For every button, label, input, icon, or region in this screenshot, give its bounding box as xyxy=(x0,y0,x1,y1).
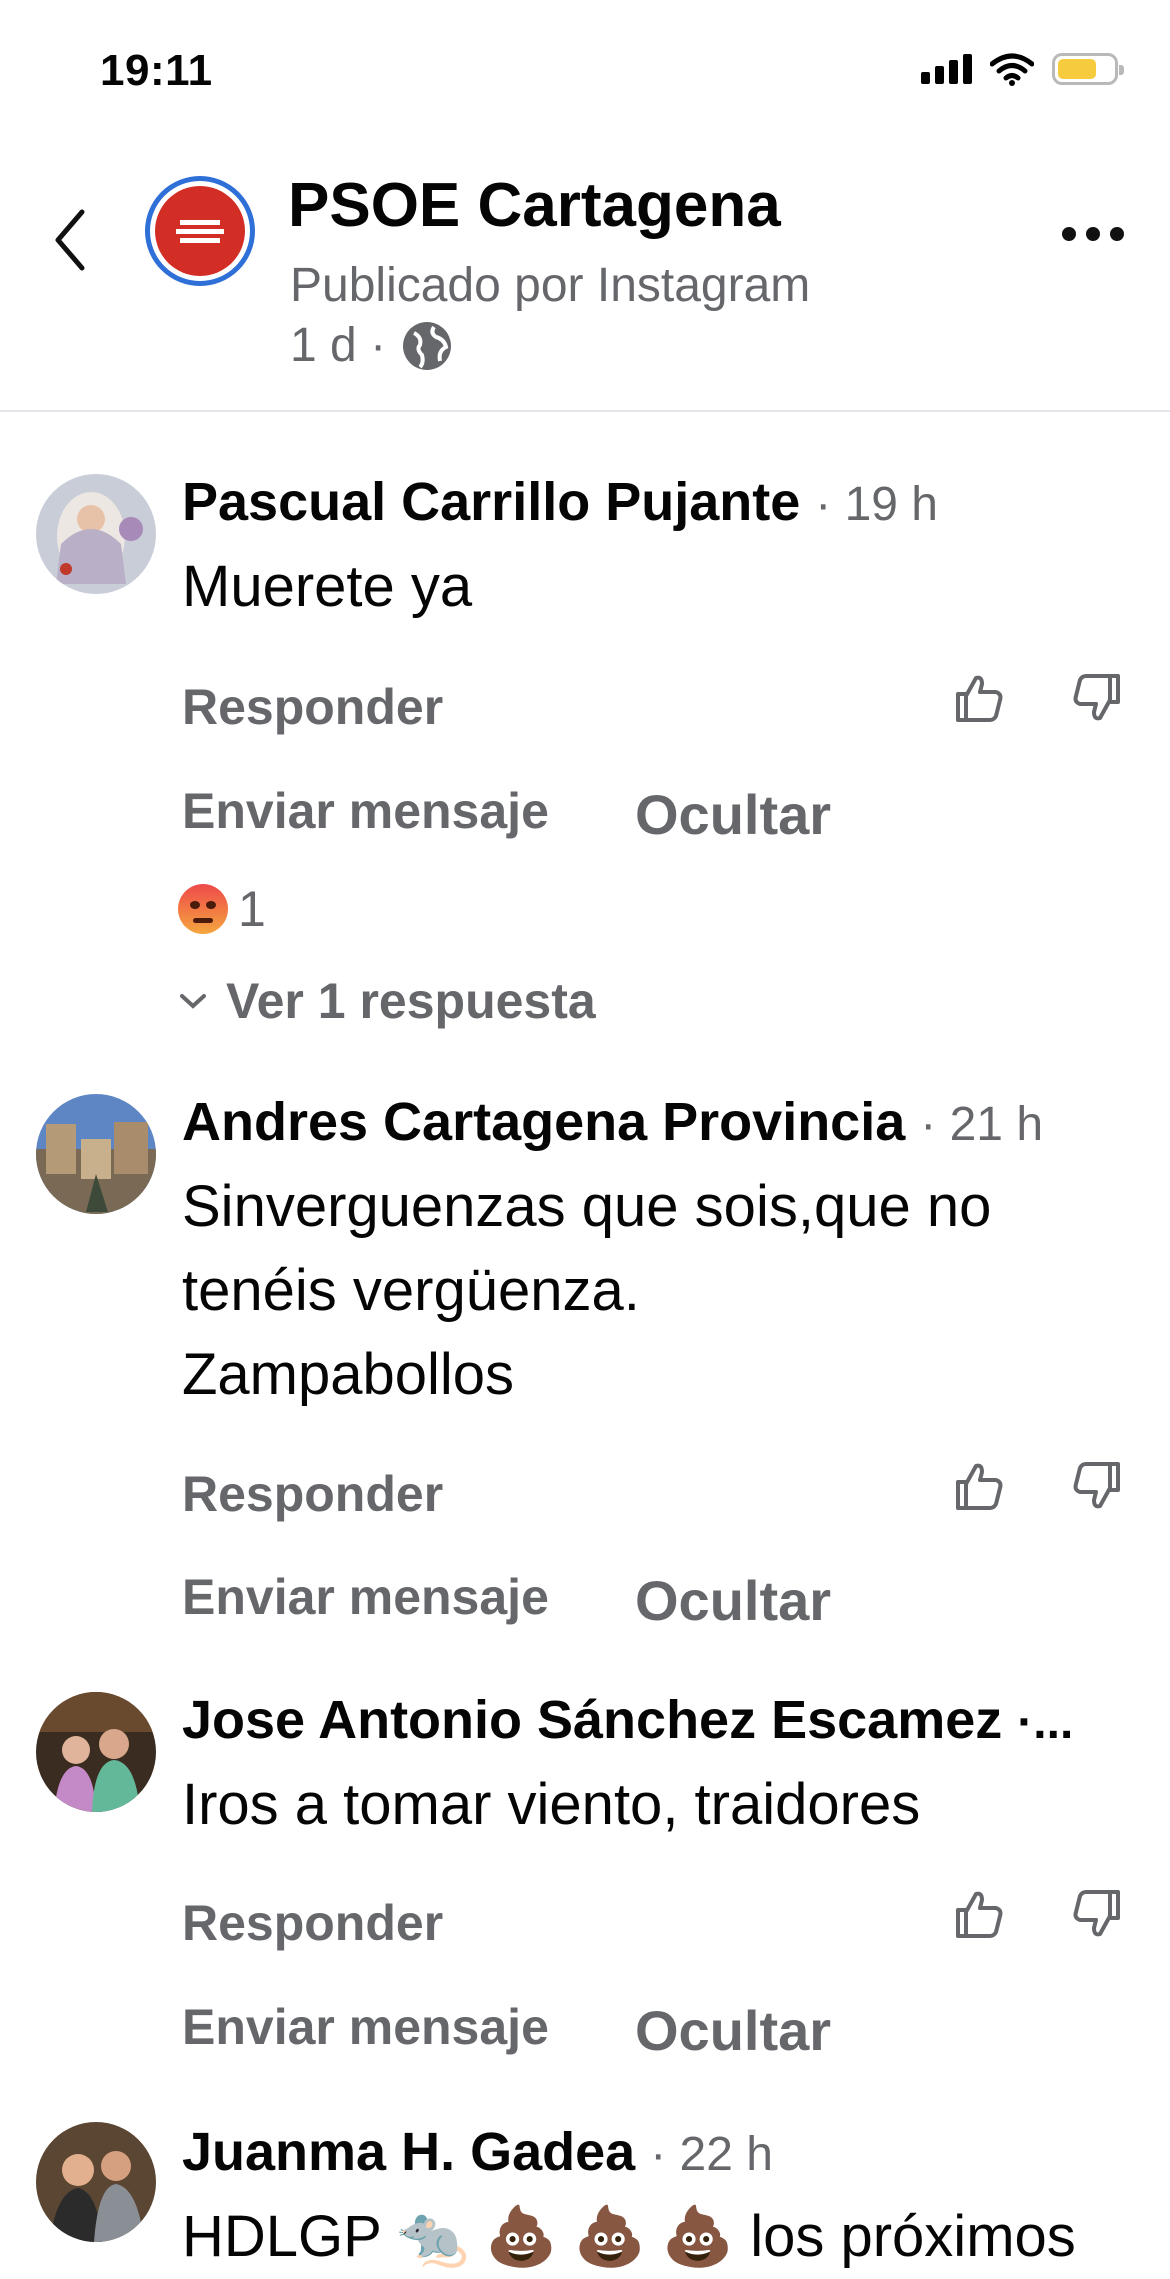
like-icon[interactable] xyxy=(950,1458,1006,1514)
like-icon[interactable] xyxy=(950,1886,1006,1942)
commenter-avatar[interactable] xyxy=(36,2122,156,2242)
comment-text: Sinverguenzas que sois,que no tenéis ver… xyxy=(182,1165,1140,1417)
reply-button[interactable]: Responder xyxy=(182,1894,443,1952)
send-message-button[interactable]: Enviar mensaje xyxy=(182,1998,549,2056)
back-chevron-icon[interactable] xyxy=(46,200,96,280)
hide-button[interactable]: Ocultar xyxy=(635,1998,831,2063)
dislike-icon[interactable] xyxy=(1070,1886,1126,1942)
commenter-avatar[interactable] xyxy=(36,1094,156,1214)
view-replies-label: Ver 1 respuesta xyxy=(226,973,596,1029)
hide-button[interactable]: Ocultar xyxy=(635,782,831,847)
reply-button[interactable]: Responder xyxy=(182,1465,443,1523)
battery-icon xyxy=(1052,53,1124,85)
reaction-count: 1 xyxy=(238,881,266,937)
comment-text: HDLGP 🐀 💩 💩 💩 los próximos xyxy=(182,2204,1076,2269)
like-icon[interactable] xyxy=(950,670,1006,726)
dislike-icon[interactable] xyxy=(1070,670,1126,726)
post-time-label: 1 d · xyxy=(290,319,387,372)
comment-time: · 22 h xyxy=(650,2128,773,2181)
wifi-icon xyxy=(990,53,1034,86)
comment-author[interactable]: Juanma H. Gadea xyxy=(182,2122,635,2182)
post-source: Publicado por Instagram xyxy=(290,259,811,312)
comment-time: · 21 h xyxy=(920,1098,1044,1151)
more-icon xyxy=(1062,227,1076,241)
comment-author[interactable]: Jose Antonio Sánchez Escamez xyxy=(182,1690,1002,1750)
send-message-button[interactable]: Enviar mensaje xyxy=(182,1568,549,1626)
post-time: 1 d · xyxy=(290,318,454,373)
comment-author[interactable]: Andres Cartagena Provincia xyxy=(182,1092,905,1152)
comment-header: Andres Cartagena Provincia · 21 h xyxy=(182,1090,1140,1157)
status-icons xyxy=(921,52,1124,86)
comment-header: Jose Antonio Sánchez Escamez ·... xyxy=(182,1688,1140,1755)
angry-reaction-icon xyxy=(178,884,228,934)
send-message-button[interactable]: Enviar mensaje xyxy=(182,782,549,840)
comment-header: Juanma H. Gadea · 22 h xyxy=(182,2120,1140,2187)
comment-text-line: Sinverguenzas que sois,que no xyxy=(182,1174,992,1239)
comment-time: · 19 h xyxy=(815,478,938,531)
comment-time: ·... xyxy=(1017,1696,1074,1749)
commenter-avatar[interactable] xyxy=(36,1692,156,1812)
chevron-down-icon xyxy=(180,994,206,1009)
hide-button[interactable]: Ocultar xyxy=(635,1568,831,1633)
commenter-avatar[interactable] xyxy=(36,474,156,594)
comment-text: Iros a tomar viento, traidores xyxy=(182,1772,921,1837)
globe-icon xyxy=(403,321,452,370)
reaction-summary[interactable]: 1 xyxy=(178,880,266,938)
dislike-icon[interactable] xyxy=(1070,1458,1126,1514)
view-replies-button[interactable]: Ver 1 respuesta xyxy=(178,972,596,1030)
comment-header: Pascual Carrillo Pujante · 19 h xyxy=(182,470,1140,537)
more-options-button[interactable] xyxy=(1062,222,1126,246)
page-avatar[interactable] xyxy=(145,176,255,286)
cellular-signal-icon xyxy=(921,54,972,84)
page-title[interactable]: PSOE Cartagena xyxy=(288,170,781,241)
post-header: PSOE Cartagena Publicado por Instagram 1… xyxy=(0,140,1170,412)
comment-text: Muerete ya xyxy=(182,554,473,619)
comment-text-line: tenéis vergüenza. xyxy=(182,1258,640,1323)
reply-button[interactable]: Responder xyxy=(182,678,443,736)
comment-author[interactable]: Pascual Carrillo Pujante xyxy=(182,472,800,532)
status-time: 19:11 xyxy=(100,46,213,95)
comment-text-line: Zampabollos xyxy=(182,1342,515,1407)
